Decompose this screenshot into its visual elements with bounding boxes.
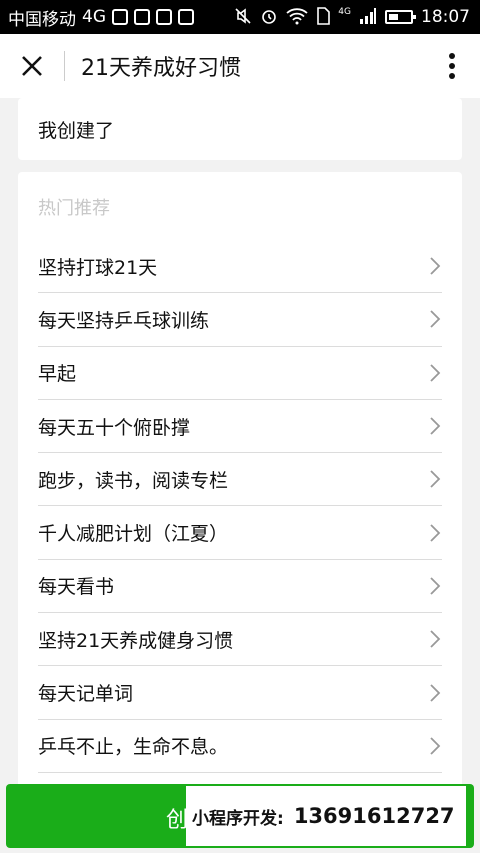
sim-icon [316,6,331,28]
navigation-bar: 21天养成好习惯 [0,34,480,98]
list-item[interactable]: 跑步，读书，阅读专栏 [38,453,442,507]
list-item-label: 每天看书 [38,576,115,599]
list-item-label: 每天记单词 [38,683,134,706]
download-notification-icon [178,9,194,25]
chevron-right-icon [430,737,441,755]
list-item-label: 乒乓不止，生命不息。 [38,736,229,759]
chevron-right-icon [430,683,441,702]
watermark-label: 小程序开发: [192,808,284,829]
list-item-label: 坚持21天养成健身习惯 [38,629,234,652]
list-item[interactable]: 千人减肥计划（江夏） [38,506,442,560]
hot-recommend-card: 热门推荐 坚持打球21天每天坚持乒乓球训练 早起每天五十个俯卧撑跑步，读书，阅读专… [18,172,462,792]
created-label: 我创建了 [38,119,115,142]
chevron-right-icon [430,523,441,542]
list-item-label: 每天五十个俯卧撑 [38,416,191,439]
watermark-phone: 13691612727 [293,804,455,828]
page-title: 21天养成好习惯 [81,56,241,81]
list-item-label: 每天坚持乒乓球训练 [38,309,210,332]
created-card[interactable]: 我创建了 [18,98,462,160]
chevron-right-icon [430,630,441,648]
signal-icon [359,7,377,27]
more-options-button[interactable] [424,34,480,98]
time-label: 18:07 [421,7,470,27]
list-item[interactable]: 每天看书 [38,560,442,614]
close-icon [22,56,42,76]
list-item-label: 千人减肥计划（江夏） [38,523,229,546]
list-item[interactable]: 每天坚持乒乓球训练 [38,293,442,347]
list-item[interactable]: 乒乓不止，生命不息。 [38,720,442,773]
create-button-label: 创 [166,808,189,833]
list-item[interactable]: 每天五十个俯卧撑 [38,400,442,454]
watermark-overlay: 小程序开发: 13691612727 [186,786,466,846]
hot-list: 坚持打球21天每天坚持乒乓球训练 早起每天五十个俯卧撑跑步，读书，阅读专栏 千人减肥… [38,240,442,773]
status-bar: 中国移动 4G 4G 18:07 [0,0,480,34]
more-vertical-icon [449,53,455,79]
list-item[interactable]: 坚持21天养成健身习惯 [38,613,442,667]
battery-icon [385,10,416,24]
chevron-right-icon [430,577,441,595]
image-notification-icon [112,9,128,25]
chevron-right-icon [430,257,441,275]
carrier-label: 中国移动 [8,9,76,30]
chevron-right-icon [430,310,441,329]
list-item[interactable]: 每天记单词 [38,666,442,720]
list-item-label: 坚持打球21天 [38,256,158,279]
list-item-label: 跑步，读书，阅读专栏 [38,469,229,492]
app-notification-icon-2 [156,9,172,25]
mute-icon [234,7,252,28]
chevron-right-icon [430,364,441,382]
network-small-label: 4G [338,6,351,17]
list-item-label: 早起 [38,363,77,386]
alarm-icon [260,7,278,28]
list-item[interactable]: 坚持打球21天 [38,240,442,294]
list-item[interactable]: 早起 [38,347,442,400]
network-label: 4G [82,7,106,27]
section-title: 热门推荐 [38,198,110,219]
chevron-right-icon [430,470,441,488]
app-notification-icon [134,9,150,25]
close-button[interactable] [0,34,64,98]
chevron-right-icon [430,417,441,435]
wifi-icon [286,7,308,28]
nav-divider [64,51,65,81]
